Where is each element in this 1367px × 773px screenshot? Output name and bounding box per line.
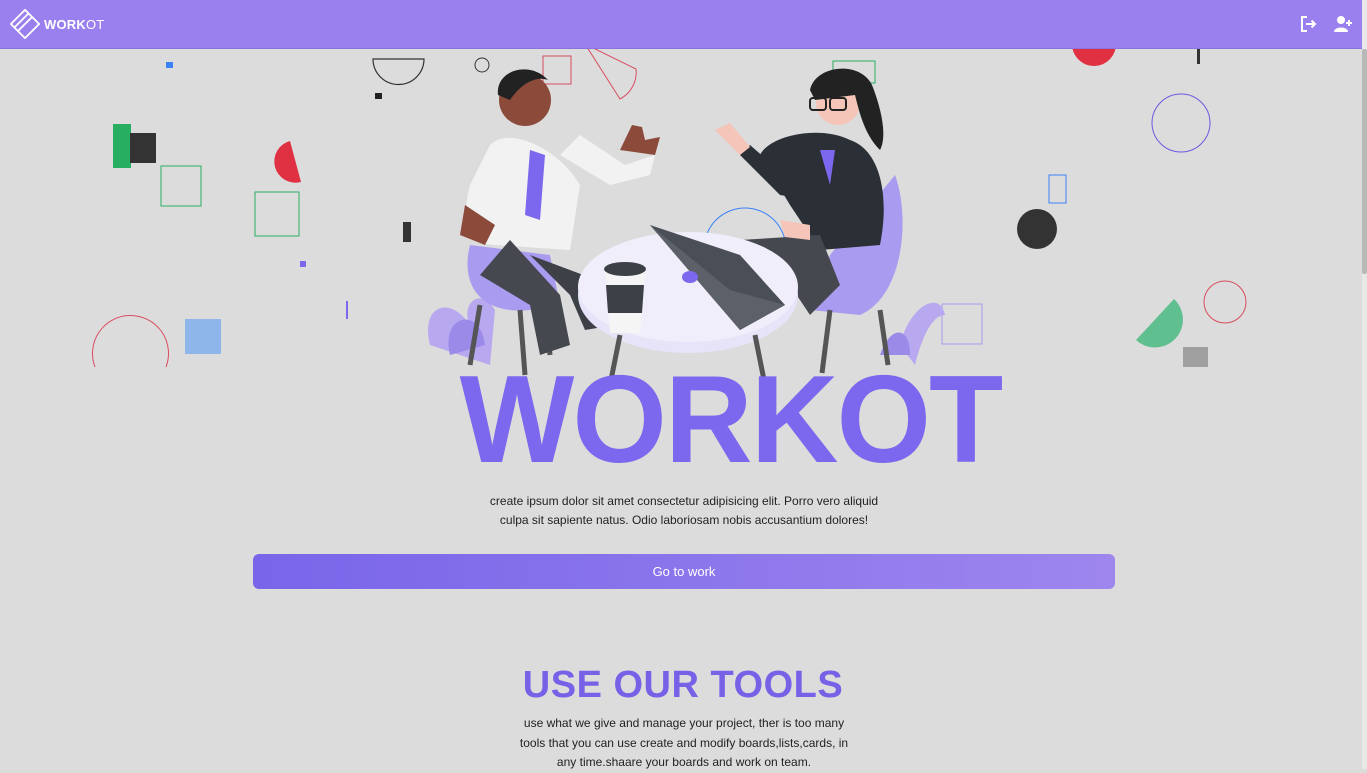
workot-logo-icon <box>10 9 40 39</box>
brand-name: WORKOT <box>44 16 105 32</box>
coffee-cup-icon <box>604 262 646 333</box>
meeting-illustration <box>428 68 945 386</box>
tools-section-title: USE OUR TOOLS <box>522 664 844 706</box>
top-navbar: WORKOT <box>0 0 1362 49</box>
logout-icon[interactable] <box>1299 14 1319 34</box>
page-scrollbar[interactable] <box>1362 0 1367 769</box>
brand-logo[interactable]: WORKOT <box>10 9 104 39</box>
hero-headline: WORKOT <box>459 351 1004 489</box>
add-user-icon[interactable] <box>1333 14 1353 34</box>
go-to-work-button[interactable]: Go to work <box>253 554 1115 589</box>
hero-description: create ipsum dolor sit amet consectetur … <box>489 494 879 527</box>
scrollbar-thumb[interactable] <box>1362 49 1367 274</box>
tools-section-description: use what we give and manage your project… <box>519 716 849 769</box>
